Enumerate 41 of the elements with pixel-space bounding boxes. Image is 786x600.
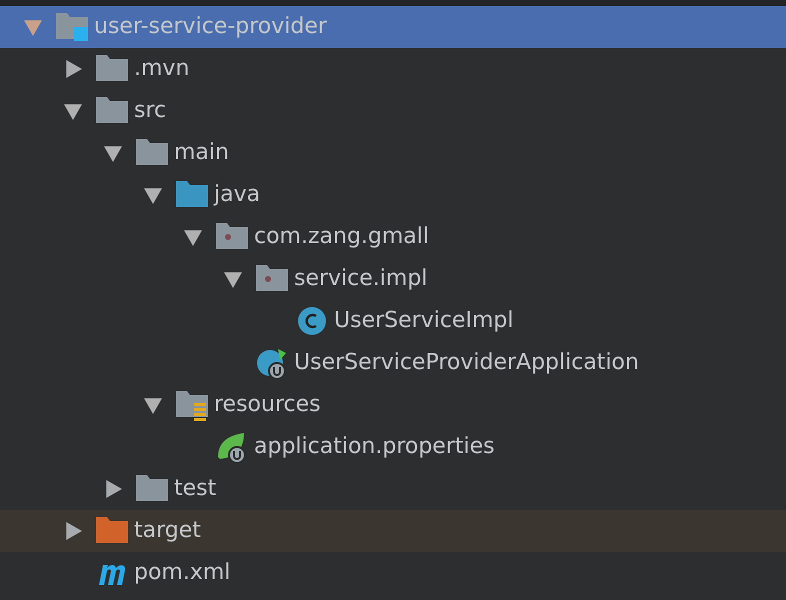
tree-label: main bbox=[174, 139, 229, 167]
tree-label: java bbox=[214, 181, 260, 209]
tree-label: .mvn bbox=[134, 55, 190, 83]
tree-row[interactable]: .mvn bbox=[0, 48, 786, 90]
tree-row[interactable]: com.zang.gmall bbox=[0, 216, 786, 258]
expanded-arrow-icon[interactable] bbox=[64, 102, 82, 120]
module-folder-icon bbox=[56, 11, 88, 43]
resources-folder-icon bbox=[176, 389, 208, 421]
tree-label: UserServiceProviderApplication bbox=[294, 349, 639, 377]
tree-row[interactable]: target bbox=[0, 510, 786, 552]
tree-label: test bbox=[174, 475, 216, 503]
tree-label: UserServiceImpl bbox=[334, 307, 514, 335]
class-icon bbox=[296, 305, 328, 337]
expanded-arrow-icon[interactable] bbox=[144, 396, 162, 414]
tree-label: pom.xml bbox=[134, 559, 230, 587]
expanded-arrow-icon[interactable] bbox=[184, 228, 202, 246]
collapsed-arrow-icon[interactable] bbox=[104, 480, 122, 498]
tree-row[interactable]: resources bbox=[0, 384, 786, 426]
tree-label: com.zang.gmall bbox=[254, 223, 430, 251]
tree-label: application.properties bbox=[254, 433, 495, 461]
expanded-arrow-icon[interactable] bbox=[144, 186, 162, 204]
tree-row[interactable]: src bbox=[0, 90, 786, 132]
tree-row[interactable]: UserServiceImpl bbox=[0, 300, 786, 342]
tree-label: service.impl bbox=[294, 265, 428, 293]
expanded-arrow-icon[interactable] bbox=[104, 144, 122, 162]
spring-boot-class-icon bbox=[256, 347, 288, 379]
tree-row[interactable]: application.properties bbox=[0, 426, 786, 468]
tree-row[interactable]: java bbox=[0, 174, 786, 216]
spring-leaf-icon bbox=[216, 431, 248, 463]
expanded-arrow-icon[interactable] bbox=[224, 270, 242, 288]
tree-label: user-service-provider bbox=[94, 13, 327, 41]
tree-label: target bbox=[134, 517, 201, 545]
tree-label: resources bbox=[214, 391, 321, 419]
tree-label: src bbox=[134, 97, 166, 125]
tree-row[interactable]: UserServiceProviderApplication bbox=[0, 342, 786, 384]
collapsed-arrow-icon[interactable] bbox=[64, 522, 82, 540]
tree-row[interactable]: service.impl bbox=[0, 258, 786, 300]
collapsed-arrow-icon[interactable] bbox=[64, 60, 82, 78]
tree-row[interactable]: pom.xml bbox=[0, 552, 786, 594]
tree-row[interactable]: test bbox=[0, 468, 786, 510]
tree-row[interactable]: main bbox=[0, 132, 786, 174]
